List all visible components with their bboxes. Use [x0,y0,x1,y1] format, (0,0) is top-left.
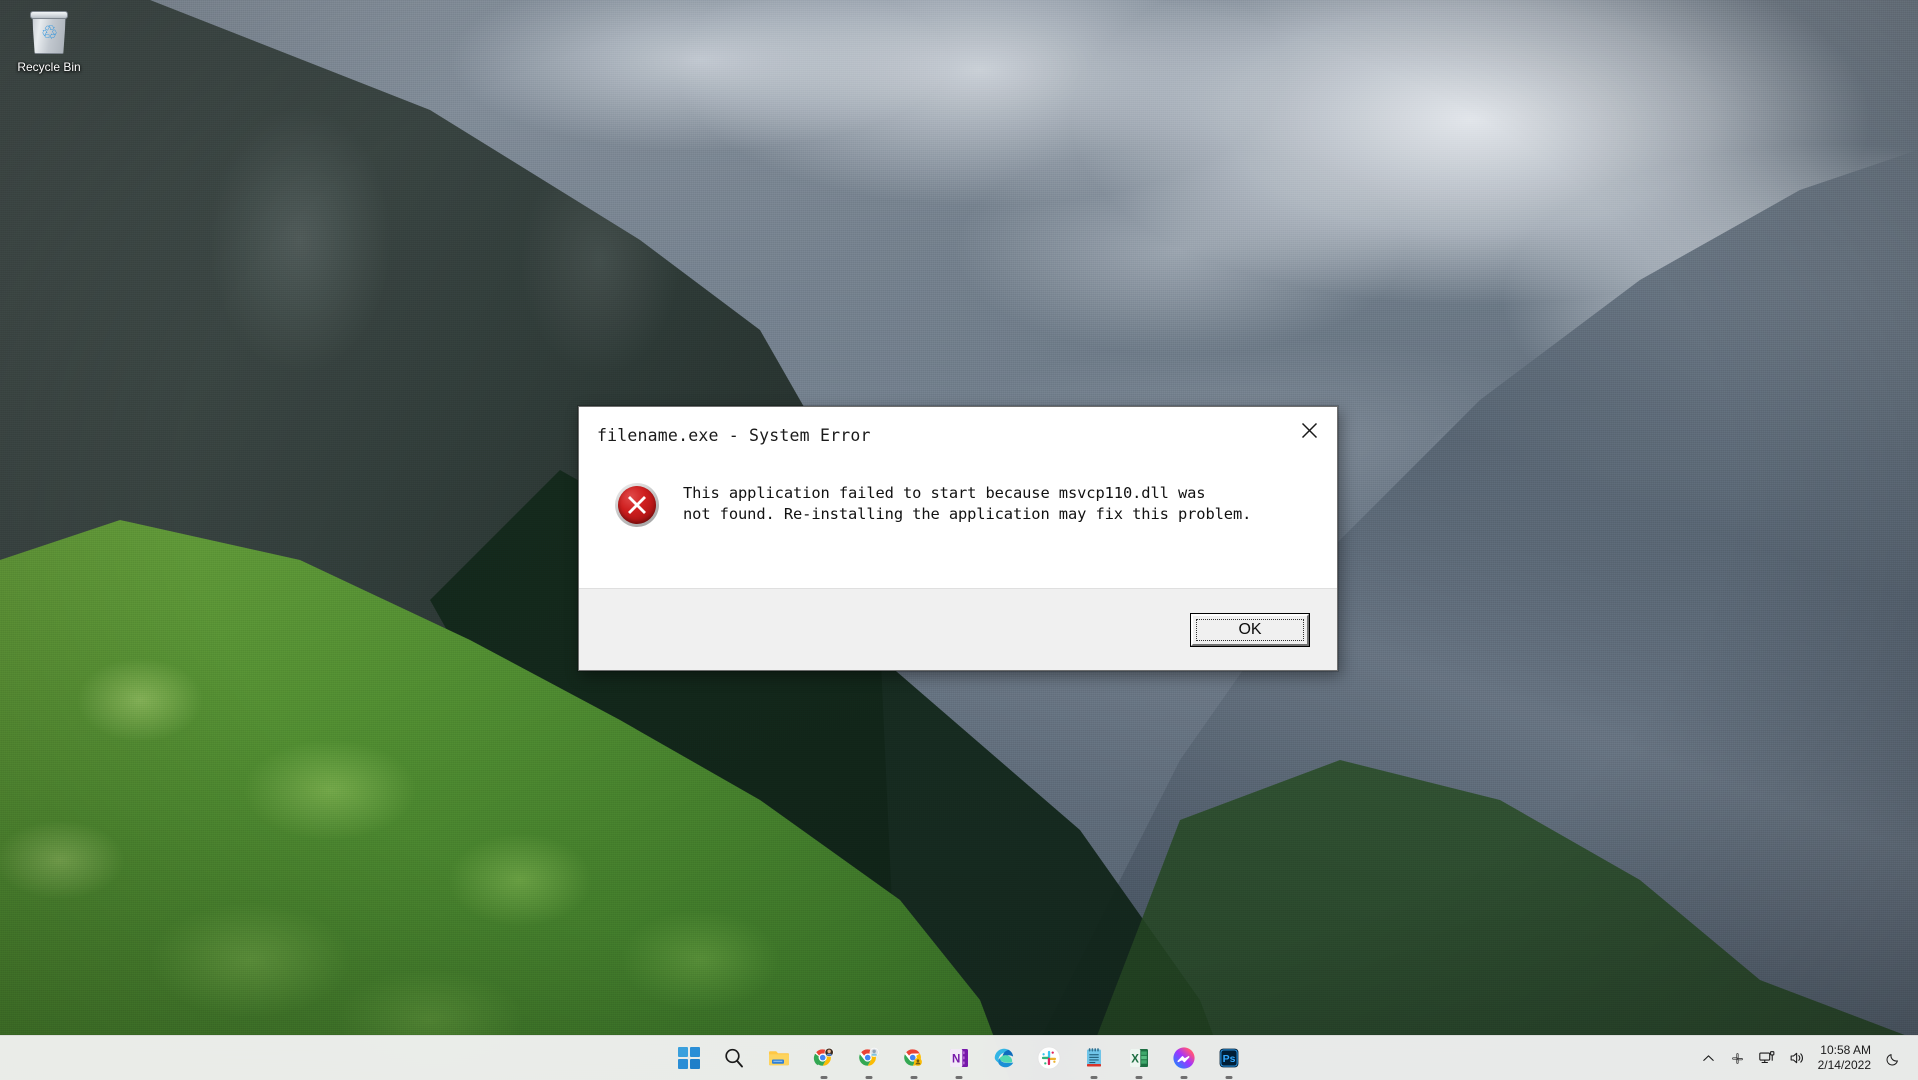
microsoft-edge-icon [994,1048,1014,1068]
running-indicator [910,1076,918,1079]
system-tray: 10:58 AM 2/14/2022 [1695,1036,1908,1080]
moon-icon [1886,1053,1898,1065]
running-indicator [1135,1076,1143,1079]
running-indicator [1090,1076,1098,1079]
ok-button-label: OK [1238,620,1262,638]
dialog-message: This application failed to start because… [683,484,1252,523]
messenger-icon [1173,1047,1195,1069]
svg-text:X: X [1131,1054,1139,1066]
desktop[interactable]: ♲ Recycle Bin filename.exe - System Erro… [0,0,1918,1080]
excel-icon: X [1130,1049,1148,1067]
onenote-icon: N [950,1049,968,1067]
taskbar-clock[interactable]: 10:58 AM 2/14/2022 [1812,1040,1879,1076]
clock-time: 10:58 AM [1820,1043,1871,1057]
taskbar-center-group: N X Ps [672,1036,1246,1080]
taskbar-item-start[interactable] [672,1041,706,1075]
taskbar-item-chrome-3[interactable] [897,1041,931,1079]
running-indicator [865,1076,873,1079]
taskbar-item-photoshop[interactable]: Ps [1212,1041,1246,1079]
desktop-icon-recycle-bin[interactable]: ♲ Recycle Bin [6,8,92,74]
taskbar-item-excel[interactable]: X [1122,1041,1156,1079]
taskbar-item-slack[interactable] [1032,1041,1066,1075]
clock-date: 2/14/2022 [1817,1058,1871,1072]
ok-button[interactable]: OK [1191,613,1309,646]
notification-center-button[interactable] [1879,1040,1908,1076]
taskbar-item-search[interactable] [717,1041,751,1075]
file-explorer-icon [769,1051,789,1066]
taskbar-item-file-explorer[interactable] [762,1041,796,1075]
chrome-icon [813,1047,834,1066]
taskbar-item-onenote[interactable]: N [942,1041,976,1079]
taskbar[interactable]: N X Ps 10:58 AM 2/14/2022 [0,1035,1918,1080]
taskbar-item-edge[interactable] [987,1041,1021,1075]
taskbar-item-notepad[interactable] [1077,1041,1111,1079]
slack-tray-button[interactable] [1723,1040,1752,1076]
running-indicator [955,1076,963,1079]
notepad-icon [1087,1048,1101,1067]
network-button[interactable] [1752,1040,1782,1076]
show-hidden-icons-button[interactable] [1695,1040,1723,1076]
svg-text:Ps: Ps [1223,1053,1236,1065]
windows-logo-icon [678,1047,700,1069]
chrome-icon [859,1047,879,1066]
chevron-up-icon [1703,1054,1714,1061]
desktop-icon-label: Recycle Bin [17,60,81,74]
error-cross-icon [615,483,659,527]
slack-icon [1731,1052,1743,1064]
speaker-icon [1790,1052,1803,1064]
slack-icon [1037,1046,1061,1070]
dialog-body: This application failed to start because… [579,463,1337,588]
running-indicator [820,1076,828,1079]
close-icon[interactable] [1281,407,1337,453]
running-indicator [1180,1076,1188,1079]
chrome-icon [904,1049,922,1066]
taskbar-item-chrome-2[interactable] [852,1041,886,1079]
system-error-dialog[interactable]: filename.exe - System Error This applica… [578,406,1338,671]
network-icon [1758,1051,1774,1064]
svg-text:N: N [952,1054,960,1066]
taskbar-item-messenger[interactable] [1167,1041,1201,1079]
photoshop-icon: Ps [1219,1048,1239,1068]
taskbar-item-chrome-1[interactable] [807,1041,841,1079]
running-indicator [1225,1076,1233,1079]
dialog-footer: OK [579,588,1337,670]
recycle-bin-icon: ♲ [25,8,73,56]
dialog-title: filename.exe - System Error [597,425,871,445]
volume-button[interactable] [1782,1040,1812,1076]
dialog-titlebar[interactable]: filename.exe - System Error [579,407,1337,463]
search-icon [725,1048,743,1068]
